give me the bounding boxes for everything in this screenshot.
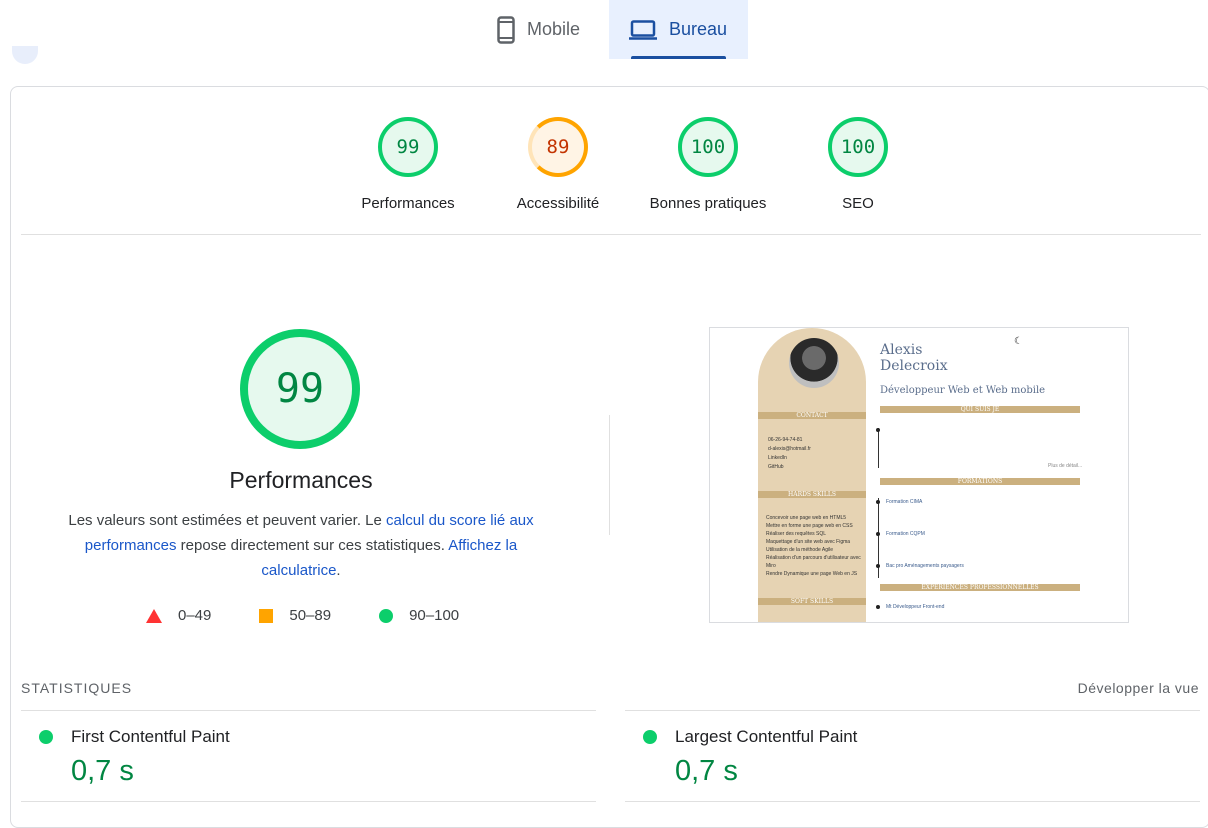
category-gauges: 99 Performances 89 Accessibilité 100 Bon…: [333, 117, 933, 212]
metric-fcp-name: First Contentful Paint: [71, 727, 230, 746]
legend-average-label: 50–89: [289, 607, 332, 624]
cv-last-name: Delecroix: [880, 358, 948, 374]
legend-pass: 90–100: [379, 607, 459, 624]
cv-section: FORMATIONS: [880, 478, 1080, 485]
cv-more-link: Plus de détail...: [1048, 463, 1083, 469]
pass-indicator-icon: [643, 730, 657, 744]
cv-side-section: CONTACT: [758, 412, 866, 419]
cv-section: QUI SUIS JE: [880, 406, 1080, 413]
legend-fail-label: 0–49: [178, 607, 212, 624]
gauge-label: Performances: [361, 195, 455, 212]
tab-mobile[interactable]: Mobile: [477, 0, 609, 59]
metric-lcp-value: 0,7 s: [675, 755, 738, 787]
circle-icon: [379, 608, 394, 623]
laptop-icon: [629, 19, 657, 40]
cv-formation: Formation CQPM: [886, 531, 925, 537]
cv-section: EXPERIENCES PROFESSIONNELLES: [880, 584, 1080, 591]
legend-pass-label: 90–100: [409, 607, 460, 624]
gauge-ring: 100: [828, 117, 888, 177]
timeline-dot: [876, 564, 880, 568]
cv-side-section: HARDS SKILLS: [758, 491, 866, 498]
timeline-dot: [876, 532, 880, 536]
timeline-dot: [876, 605, 880, 609]
score-description: Les valeurs sont estimées et peuvent var…: [61, 508, 541, 583]
gauge-ring: 100: [678, 117, 738, 177]
desc-text: Les valeurs sont estimées et peuvent var…: [68, 512, 387, 529]
timeline: [878, 428, 879, 468]
timeline-dot: [876, 500, 880, 504]
gauge-ring: 89: [528, 117, 588, 177]
divider: [21, 801, 596, 802]
tab-mobile-label: Mobile: [527, 19, 581, 39]
gauge-label: Accessibilité: [516, 195, 600, 212]
statistics-heading: STATISTIQUES: [21, 680, 133, 696]
cv-skill: Concevoir une page web en HTML5: [766, 515, 847, 521]
performance-score-gauge: 99: [240, 329, 360, 449]
cv-skill: Mettre en forme une page web en CSS: [766, 523, 853, 529]
cv-role: Développeur Web et Web mobile: [880, 385, 1046, 396]
cv-side-section: SOFT SKILLS: [758, 598, 866, 605]
tab-desktop[interactable]: Bureau: [609, 0, 748, 59]
desc-text: repose directement sur ces statistiques.: [176, 537, 449, 554]
expand-view-button[interactable]: Développer la vue: [1078, 680, 1199, 696]
report-card: 99 Performances 89 Accessibilité 100 Bon…: [10, 86, 1208, 828]
avatar: [12, 46, 38, 64]
performance-title: Performances: [229, 467, 373, 493]
cv-formation: Formation CIMA: [886, 499, 923, 505]
pass-indicator-icon: [39, 730, 53, 744]
divider: [609, 415, 610, 535]
divider: [21, 710, 596, 711]
moon-icon: ☾: [1014, 336, 1023, 347]
divider: [625, 801, 1200, 802]
gauge-label: Bonnes pratiques: [649, 195, 767, 212]
cv-skill: Utilisation de la méthode Agile: [766, 547, 833, 553]
cv-first-name: Alexis: [880, 342, 923, 358]
gauge-best-practices[interactable]: 100 Bonnes pratiques: [633, 117, 783, 212]
cv-contact-github: GitHub: [768, 464, 784, 470]
timeline-dot: [876, 428, 880, 432]
gauge-accessibility[interactable]: 89 Accessibilité: [483, 117, 633, 212]
profile-photo: [789, 338, 839, 388]
gauge-label: SEO: [842, 195, 874, 212]
cv-job: Mt Développeur Front-end: [886, 604, 945, 610]
divider: [21, 234, 1201, 235]
cv-contact-linkedin: LinkedIn: [768, 455, 787, 461]
triangle-icon: [146, 608, 162, 623]
gauge-ring: 99: [378, 117, 438, 177]
cv-contact-phone: 06-26-94-74-81: [768, 437, 803, 443]
metric-fcp-value: 0,7 s: [71, 755, 134, 787]
legend-average: 50–89: [259, 607, 331, 624]
cv-skill: Rendre Dynamique une page Web en JS: [766, 571, 858, 577]
cv-skill: Réalisation d'un parcours d'utilisateur …: [766, 555, 861, 569]
divider: [625, 710, 1200, 711]
gauge-seo[interactable]: 100 SEO: [783, 117, 933, 212]
metric-lcp-name: Largest Contentful Paint: [675, 727, 858, 746]
page-screenshot-thumbnail[interactable]: CONTACT 06-26-94-74-81 d-alexis@hotmail.…: [709, 327, 1129, 623]
square-icon: [259, 608, 274, 623]
desc-text: .: [336, 562, 341, 579]
cv-name: Alexis Delecroix: [880, 342, 948, 374]
smartphone-icon: [497, 15, 515, 44]
device-tabs: Mobile Bureau: [477, 0, 748, 59]
cv-skill: Maquettage d'un site web avec Figma: [766, 539, 851, 545]
tab-desktop-label: Bureau: [669, 19, 728, 39]
cv-contact-email: d-alexis@hotmail.fr: [768, 446, 811, 452]
cv-formation: Bac pro Aménagements paysagers: [886, 563, 964, 569]
legend-fail: 0–49: [146, 607, 211, 624]
gauge-performance[interactable]: 99 Performances: [333, 117, 483, 212]
cv-skill: Réaliser des requêtes SQL: [766, 531, 827, 537]
score-legend: 0–49 50–89 90–100: [146, 607, 507, 624]
